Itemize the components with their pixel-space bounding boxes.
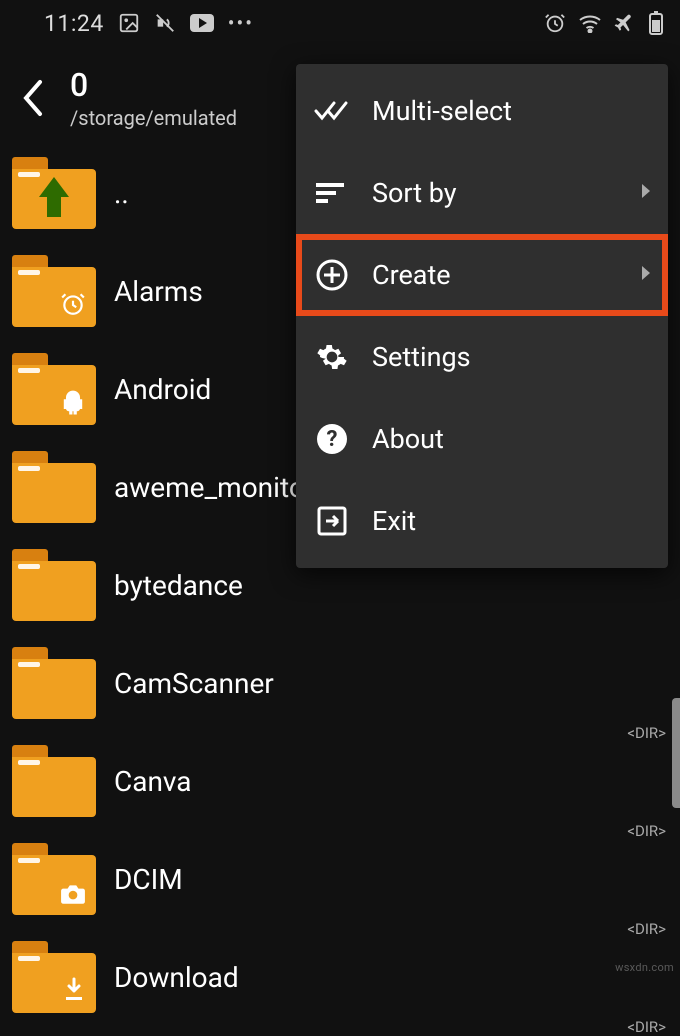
- folder-icon: [12, 745, 96, 817]
- chevron-right-icon: [640, 182, 652, 204]
- gear-icon: [314, 339, 350, 375]
- list-item-label: Alarms: [114, 275, 203, 308]
- folder-icon: [12, 843, 96, 915]
- dir-tag: <DIR>: [627, 1018, 666, 1036]
- breadcrumb: /storage/emulated: [70, 106, 237, 130]
- back-button[interactable]: [20, 78, 46, 118]
- status-right: [544, 11, 664, 35]
- menu-label: Exit: [372, 505, 416, 537]
- svg-text:?: ?: [327, 427, 338, 452]
- menu-label: Create: [372, 259, 451, 291]
- folder-icon: [12, 549, 96, 621]
- list-item-label: Download: [114, 961, 239, 994]
- more-dots-icon: •••: [228, 11, 254, 35]
- menu-exit[interactable]: Exit: [296, 480, 668, 562]
- clock-icon: [60, 291, 86, 321]
- list-item[interactable]: CamScanner <DIR>: [0, 634, 680, 732]
- list-item-label: DCIM: [114, 863, 183, 896]
- menu-sort-by[interactable]: Sort by: [296, 152, 668, 234]
- list-item[interactable]: Canva <DIR>: [0, 732, 680, 830]
- watermark: wsxdn.com: [615, 961, 674, 974]
- help-icon: ?: [314, 421, 350, 457]
- list-item-label: bytedance: [114, 569, 243, 602]
- folder-icon: [12, 255, 96, 327]
- camera-icon: [60, 883, 86, 909]
- status-bar: 11:24 •••: [0, 0, 680, 46]
- menu-settings[interactable]: Settings: [296, 316, 668, 398]
- list-item[interactable]: DCIM <DIR>: [0, 830, 680, 928]
- folder-icon: [12, 353, 96, 425]
- overflow-menu: Multi-select Sort by Create Settings ? A…: [296, 64, 668, 568]
- android-icon: [60, 389, 86, 419]
- folder-icon: [12, 451, 96, 523]
- youtube-icon: [190, 14, 214, 32]
- list-item-label: CamScanner: [114, 667, 274, 700]
- menu-label: Sort by: [372, 177, 457, 209]
- list-item-label: Canva: [114, 765, 192, 798]
- list-item-label: Android: [114, 373, 211, 406]
- menu-label: Settings: [372, 341, 471, 373]
- menu-create[interactable]: Create: [296, 234, 668, 316]
- menu-label: About: [372, 423, 444, 455]
- list-item-label: aweme_monito: [114, 471, 305, 504]
- menu-about[interactable]: ? About: [296, 398, 668, 480]
- menu-label: Multi-select: [372, 95, 512, 127]
- sort-icon: [314, 175, 350, 211]
- exit-icon: [314, 503, 350, 539]
- page-title: 0: [70, 66, 237, 104]
- battery-icon: [648, 11, 664, 35]
- alarm-icon: [544, 12, 566, 34]
- list-item[interactable]: Download <DIR>: [0, 928, 680, 1026]
- plus-circle-icon: [314, 257, 350, 293]
- folder-up-icon: [12, 157, 96, 229]
- multi-select-icon: [314, 93, 350, 129]
- wifi-icon: [578, 13, 602, 33]
- folder-icon: [12, 941, 96, 1013]
- scrollbar[interactable]: [672, 698, 680, 808]
- header-text: 0 /storage/emulated: [70, 66, 237, 130]
- image-icon: [118, 12, 140, 34]
- menu-multi-select[interactable]: Multi-select: [296, 70, 668, 152]
- folder-icon: [12, 647, 96, 719]
- airplane-icon: [614, 12, 636, 34]
- download-icon: [62, 977, 86, 1007]
- list-item-label: ..: [114, 177, 129, 210]
- mute-icon: [154, 12, 176, 34]
- chevron-right-icon: [640, 264, 652, 286]
- status-left: 11:24 •••: [44, 10, 254, 37]
- status-time: 11:24: [44, 10, 104, 37]
